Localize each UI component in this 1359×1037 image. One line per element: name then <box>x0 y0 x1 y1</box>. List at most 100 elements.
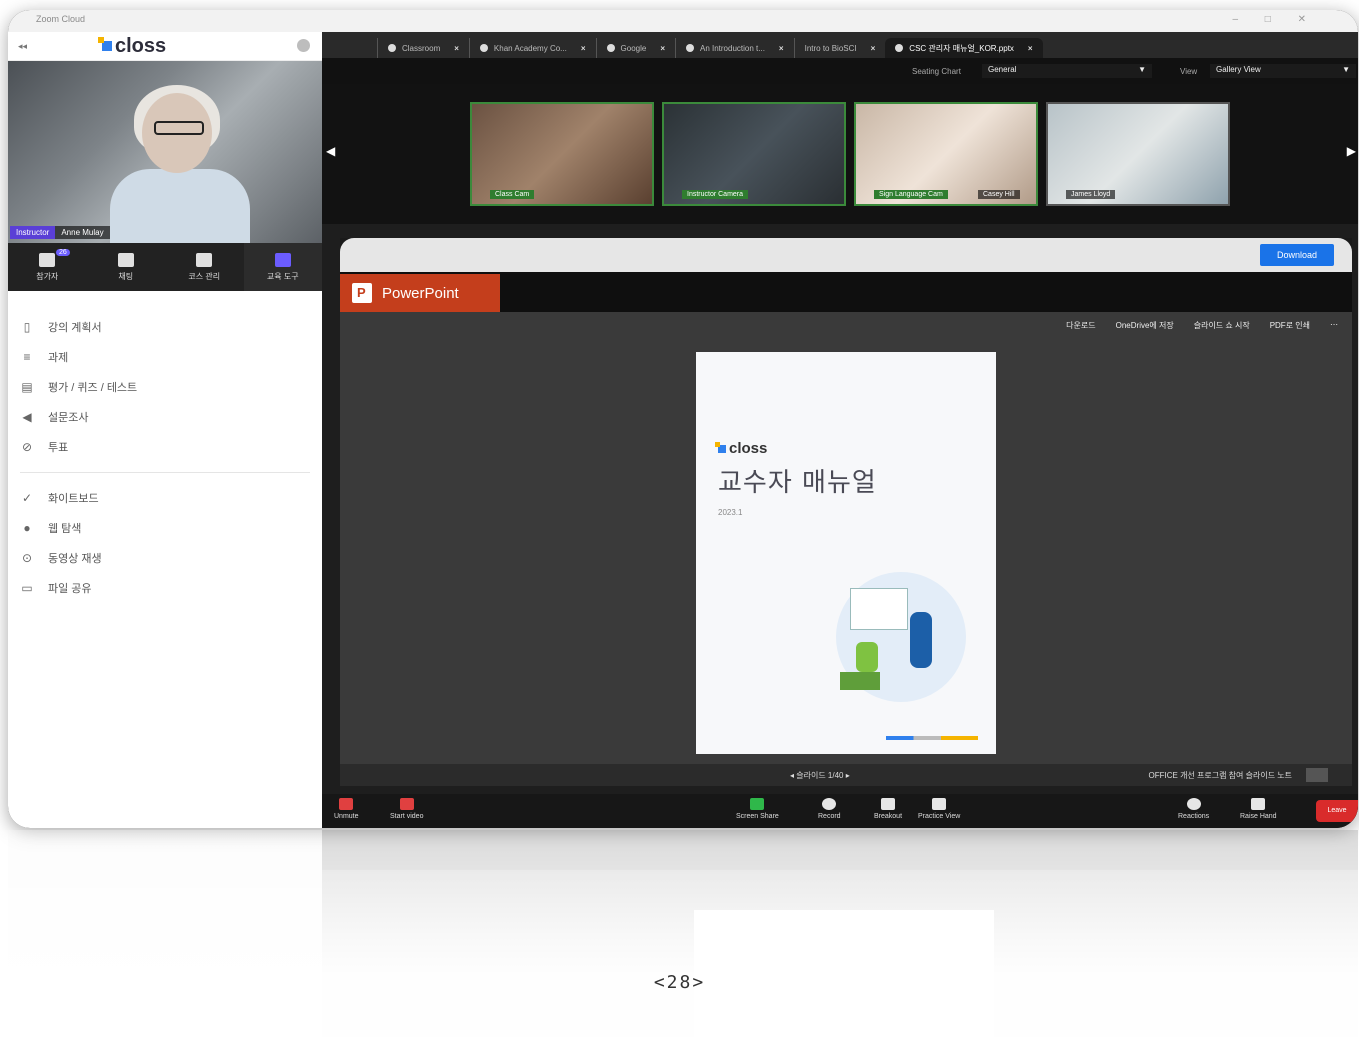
menu-divider <box>20 472 310 473</box>
app-window: Zoom Cloud – □ ✕ ◂◂ closs Instructor Ann… <box>8 10 1358 828</box>
raise-hand-button[interactable]: Raise Hand <box>1240 798 1277 820</box>
leave-button[interactable]: Leave <box>1316 800 1358 822</box>
powerpoint-header: PowerPoint <box>340 272 1352 312</box>
video-tile[interactable]: James Lloyd <box>1046 102 1230 206</box>
print-pdf-button[interactable]: PDF로 인쇄 <box>1270 320 1310 331</box>
chevron-down-icon: ▼ <box>1342 65 1350 74</box>
tools-icon <box>274 252 291 267</box>
window-titlebar: Zoom Cloud – □ ✕ <box>8 10 1358 32</box>
closs-logo: closs <box>98 35 166 58</box>
start-video-button[interactable]: Start video <box>390 798 423 820</box>
more-options-button[interactable]: ⋯ <box>1330 320 1338 331</box>
slide-illustration <box>836 572 966 702</box>
slide-logo: closs <box>715 440 767 457</box>
participants-icon <box>39 252 56 267</box>
tools-menu: ▯ 강의 계획서 ≡ 과제 ▤ 평가 / 퀴즈 / 테스트 ◀ 설문조사 ⊘ 투표 ✓ 화이… <box>20 312 310 603</box>
reactions-button[interactable]: Reactions <box>1178 798 1209 820</box>
browser-tab[interactable]: Khan Academy Co... × <box>468 38 596 58</box>
practice-view-icon <box>932 798 947 810</box>
menu-item-vote[interactable]: ⊘ 투표 <box>20 432 310 462</box>
chevron-down-icon: ▼ <box>1138 65 1146 74</box>
folder-icon <box>895 44 904 52</box>
window-controls[interactable]: – □ ✕ <box>1232 14 1318 25</box>
play-icon: ⊙ <box>21 551 33 565</box>
instructor-video: Instructor Anne Mulay <box>8 61 322 243</box>
menu-item-web[interactable]: ● 웹 탐색 <box>20 513 310 543</box>
shared-browser-bar: Download <box>340 238 1352 272</box>
tab-favicon-icon <box>388 44 396 52</box>
settings-icon[interactable] <box>297 39 310 52</box>
menu-item-whiteboard[interactable]: ✓ 화이트보드 <box>20 483 310 513</box>
browser-tab[interactable]: An Introduction t... × <box>674 38 794 58</box>
folder-icon: ▭ <box>21 581 33 595</box>
view-label: View <box>1180 67 1198 76</box>
vote-icon: ⊘ <box>21 440 33 454</box>
menu-item-quiz[interactable]: ▤ 평가 / 퀴즈 / 테스트 <box>20 372 310 402</box>
video-tile[interactable]: Class Cam <box>470 102 654 206</box>
download-toolbar-button[interactable]: 다운로드 <box>1066 320 1095 331</box>
close-icon[interactable]: × <box>779 44 784 53</box>
onedrive-save-button[interactable]: OneDrive에 저장 <box>1116 320 1174 331</box>
breakout-button[interactable]: Breakout <box>874 798 902 820</box>
gallery-next-icon[interactable]: ▶ <box>1347 144 1356 158</box>
menu-item-survey[interactable]: ◀ 설문조사 <box>20 402 310 432</box>
survey-icon: ◀ <box>22 410 32 424</box>
tab-participants[interactable]: 26 참가자 <box>8 243 87 291</box>
browser-tab[interactable]: Intro to BioSCI × <box>793 38 886 58</box>
close-icon[interactable]: × <box>1028 44 1033 53</box>
globe-icon: ● <box>23 521 31 535</box>
instructor-name-tag: Instructor Anne Mulay <box>10 226 110 239</box>
video-tile-sublabel: Casey Hill <box>978 190 1020 199</box>
reactions-icon <box>1186 798 1201 810</box>
tab-tools[interactable]: 교육 도구 <box>243 243 322 291</box>
download-button[interactable]: Download <box>1260 244 1334 266</box>
menu-item-fileshare[interactable]: ▭ 파일 공유 <box>20 573 310 603</box>
close-icon[interactable]: × <box>660 44 665 53</box>
record-icon <box>822 798 837 810</box>
video-tile[interactable]: Instructor Camera <box>662 102 846 206</box>
participants-count-badge: 26 <box>56 249 70 256</box>
tab-label: 코스 관리 <box>188 271 221 281</box>
slide-title: 교수자 매뉴얼 <box>718 468 877 498</box>
sidebar-header: ◂◂ closs <box>8 32 322 61</box>
browser-tab[interactable]: Classroom × <box>377 38 469 58</box>
tab-label: 참가자 <box>36 271 59 281</box>
fit-view-button[interactable] <box>1306 768 1328 782</box>
screen-share-button[interactable]: Screen Share <box>736 798 779 820</box>
close-icon[interactable]: × <box>581 44 586 53</box>
video-tile[interactable]: Sign Language Cam Casey Hill <box>854 102 1038 206</box>
menu-item-video[interactable]: ⊙ 동영상 재생 <box>20 543 310 573</box>
browser-tab-active[interactable]: CSC 관리자 매뉴얼_KOR.pptx × <box>885 38 1043 58</box>
seating-chart-select[interactable]: General ▼ <box>982 64 1152 78</box>
shared-screen: Download PowerPoint 다운로드 OneDrive에 저장 슬라… <box>340 238 1352 786</box>
document-icon: ▯ <box>23 320 31 334</box>
tab-course[interactable]: 코스 관리 <box>165 243 244 291</box>
screen-share-icon <box>750 798 765 810</box>
tab-chat[interactable]: 채팅 <box>87 243 166 291</box>
page-number: <28> <box>653 972 706 993</box>
powerpoint-statusbar: ◂ 슬라이드 1/40 ▸ OFFICE 개선 프로그램 참여 슬라이드 노트 <box>340 764 1352 786</box>
view-select[interactable]: Gallery View ▼ <box>1210 64 1356 78</box>
menu-item-syllabus[interactable]: ▯ 강의 계획서 <box>20 312 310 342</box>
close-icon[interactable]: × <box>871 44 876 53</box>
chat-icon <box>117 252 134 267</box>
seating-chart-label: Seating Chart <box>912 67 961 76</box>
browser-tab[interactable]: Google × <box>595 38 675 58</box>
practice-view-button[interactable]: Practice View <box>918 798 960 820</box>
reflection-fade <box>0 830 1359 1037</box>
menu-item-assignment[interactable]: ≡ 과제 <box>20 342 310 372</box>
close-icon[interactable]: × <box>454 44 459 53</box>
task-icon: ≡ <box>23 350 31 364</box>
slideshow-button[interactable]: 슬라이드 쇼 시작 <box>1194 320 1250 331</box>
status-right-text[interactable]: OFFICE 개선 프로그램 참여 슬라이드 노트 <box>1149 770 1292 781</box>
video-tile-label: Sign Language Cam <box>874 190 948 199</box>
instructor-name: Anne Mulay <box>55 226 110 239</box>
powerpoint-toolbar: 다운로드 OneDrive에 저장 슬라이드 쇼 시작 PDF로 인쇄 ⋯ <box>1066 320 1338 331</box>
record-button[interactable]: Record <box>818 798 841 820</box>
unmute-button[interactable]: Unmute <box>334 798 359 820</box>
course-icon <box>196 252 213 267</box>
view-options-bar: Seating Chart General ▼ View Gallery View… <box>322 58 1358 84</box>
video-tile-label: James Lloyd <box>1066 190 1116 199</box>
gallery-prev-icon[interactable]: ◀ <box>326 144 335 158</box>
expand-icon[interactable]: ◂◂ <box>18 41 78 52</box>
